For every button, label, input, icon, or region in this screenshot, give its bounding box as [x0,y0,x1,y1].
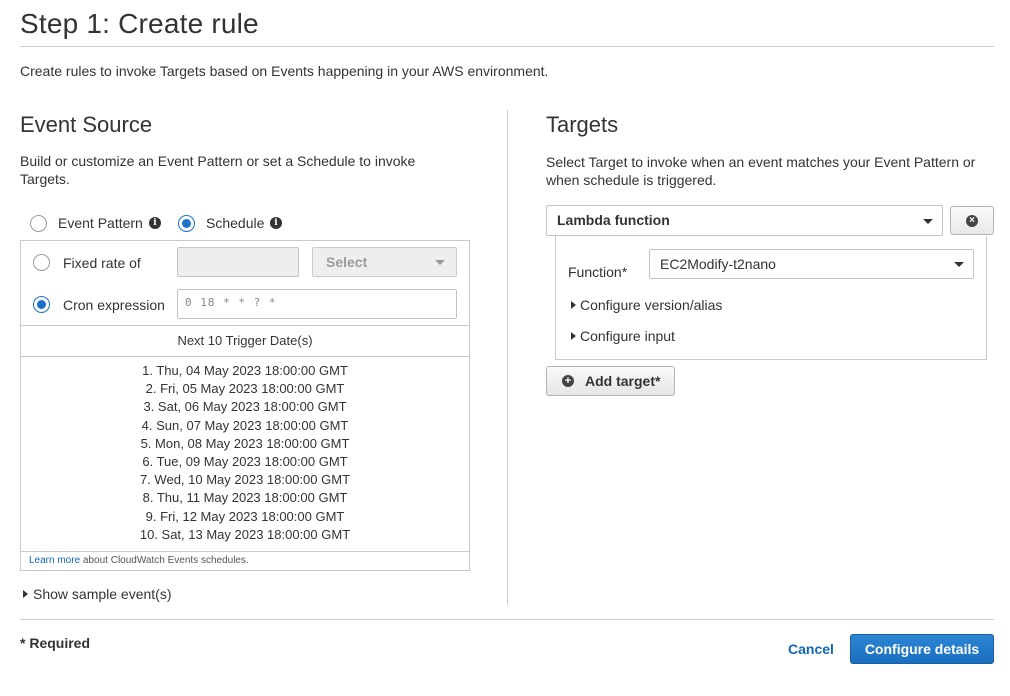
chevron-down-icon [923,219,933,224]
list-item: 3. Sat, 06 May 2023 18:00:00 GMT [143,399,347,415]
list-item: 4. Sun, 07 May 2023 18:00:00 GMT [141,417,349,433]
rate-unit-placeholder: Select [326,254,368,270]
caret-right-icon [571,301,576,309]
show-sample-events-toggle[interactable]: Show sample event(s) [23,586,172,602]
configure-input-toggle[interactable]: Configure input [571,328,675,344]
configure-version-toggle[interactable]: Configure version/alias [571,297,722,313]
plus-circle-icon: + [562,375,574,387]
event-pattern-radio[interactable] [30,215,47,232]
chevron-down-icon [954,262,964,267]
event-source-description: Build or customize an Event Pattern or s… [20,153,416,187]
info-icon[interactable]: i [149,217,161,229]
function-value: EC2Modify-t2nano [660,256,776,272]
divider [21,551,469,552]
page-title: Step 1: Create rule [20,8,259,39]
schedule-radio[interactable] [178,215,195,232]
rate-unit-select[interactable]: Select [312,247,457,277]
targets-title: Targets [546,112,619,137]
divider [21,325,469,326]
targets-description: Select Target to invoke when an event ma… [546,154,976,188]
add-target-label: Add target* [585,373,661,389]
learn-more-text: about CloudWatch Events schedules. [80,555,249,566]
list-item: 6. Tue, 09 May 2023 18:00:00 GMT [142,454,348,470]
configure-details-button[interactable]: Configure details [850,634,994,664]
fixed-rate-label[interactable]: Fixed rate of [63,255,141,271]
list-item: 5. Mon, 08 May 2023 18:00:00 GMT [140,435,350,451]
info-icon[interactable]: i [270,217,282,229]
cron-expression-radio[interactable] [33,296,50,313]
remove-circle-icon: × [966,215,978,227]
list-item: 7. Wed, 10 May 2023 18:00:00 GMT [139,472,351,488]
caret-right-icon [23,590,28,598]
page-intro: Create rules to invoke Targets based on … [20,63,549,79]
next-dates-header: Next 10 Trigger Date(s) [177,333,313,348]
learn-more-link[interactable]: Learn more [29,555,80,566]
fixed-rate-input[interactable] [177,247,299,277]
column-divider [507,110,508,605]
caret-right-icon [571,332,576,340]
configure-input-label: Configure input [580,328,675,344]
schedule-label[interactable]: Schedule [206,215,264,231]
target-type-select[interactable]: Lambda function [546,205,943,236]
cancel-link[interactable]: Cancel [788,641,834,657]
next-dates-list: 1. Thu, 04 May 2023 18:00:00 GMT 2. Fri,… [21,362,469,544]
list-item: 8. Thu, 11 May 2023 18:00:00 GMT [142,490,348,506]
event-source-title: Event Source [20,112,153,137]
function-label: Function* [568,264,628,280]
list-item: 10. Sat, 13 May 2023 18:00:00 GMT [139,526,351,542]
cron-expression-label[interactable]: Cron expression [63,297,165,313]
event-pattern-label[interactable]: Event Pattern [58,215,143,231]
learn-more-note: Learn more about CloudWatch Events sched… [29,555,249,566]
show-sample-events-label: Show sample event(s) [33,586,172,602]
footer-divider [20,619,994,620]
function-select[interactable]: EC2Modify-t2nano [649,249,974,279]
cron-expression-value: 0 18 * * ? * [185,296,277,309]
target-type-value: Lambda function [557,212,670,228]
list-item: 9. Fri, 12 May 2023 18:00:00 GMT [145,508,345,524]
required-note: * Required [20,635,91,651]
divider [21,356,469,357]
remove-target-button[interactable]: × [950,206,994,235]
list-item: 1. Thu, 04 May 2023 18:00:00 GMT [142,363,348,378]
add-target-button[interactable]: + Add target* [546,366,675,396]
title-divider [20,46,994,47]
configure-version-label: Configure version/alias [580,297,723,313]
fixed-rate-radio[interactable] [33,254,50,271]
chevron-down-icon [435,260,445,265]
list-item: 2. Fri, 05 May 2023 18:00:00 GMT [145,381,345,397]
